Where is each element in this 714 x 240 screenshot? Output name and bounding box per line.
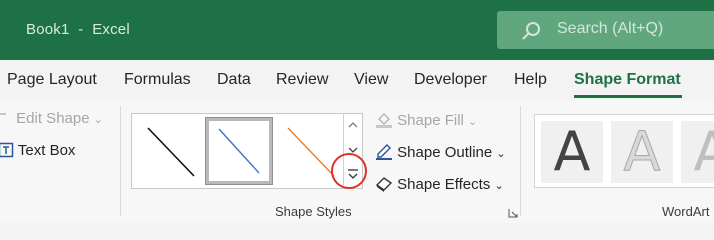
- chevron-down-icon: ⌄: [93, 114, 103, 126]
- text-box-button[interactable]: Text Box: [0, 142, 75, 159]
- dialog-launcher-icon[interactable]: [508, 205, 518, 223]
- text-box-label: Text Box: [17, 142, 76, 159]
- gallery-scroll-up-icon[interactable]: [344, 115, 362, 137]
- paint-bucket-icon: [376, 113, 392, 128]
- blue-line-style-icon[interactable]: [205, 117, 273, 185]
- tab-page-layout[interactable]: Page Layout: [7, 71, 97, 89]
- edit-shape-label: Edit Shape: [16, 110, 90, 127]
- shape-fill-label: Shape Fill: [397, 112, 464, 129]
- search-box[interactable]: Search (Alt+Q): [497, 11, 714, 49]
- group-separator: [120, 106, 121, 216]
- group-separator: [520, 106, 521, 216]
- shape-fill-button[interactable]: Shape Fill ⌄: [375, 110, 477, 129]
- shape-outline-label: Shape Outline: [397, 144, 493, 161]
- tab-shape-format[interactable]: Shape Format: [574, 71, 681, 89]
- chevron-down-icon: ⌄: [494, 180, 504, 192]
- tab-review[interactable]: Review: [276, 71, 328, 89]
- edit-shape-button[interactable]: Edit Shape ⌄: [0, 110, 103, 127]
- shape-effects-button[interactable]: Shape Effects ⌄: [375, 174, 504, 193]
- shape-effects-icon: [375, 177, 393, 192]
- wordart-group-label: WordArt: [662, 204, 710, 219]
- chevron-down-icon: ⌄: [468, 116, 478, 128]
- wordart-gallery[interactable]: A A A: [534, 114, 714, 188]
- pen-outline-icon: [376, 144, 392, 160]
- tab-formulas[interactable]: Formulas: [124, 71, 191, 89]
- shape-outline-button[interactable]: Shape Outline ⌄: [375, 142, 506, 161]
- search-placeholder: Search (Alt+Q): [557, 20, 664, 37]
- wordart-style-3[interactable]: A: [681, 121, 714, 183]
- shape-effects-label: Shape Effects: [397, 176, 491, 193]
- tab-developer[interactable]: Developer: [414, 71, 487, 89]
- tab-help[interactable]: Help: [514, 71, 547, 89]
- shape-styles-gallery[interactable]: [131, 113, 363, 189]
- text-box-icon: [0, 142, 14, 158]
- shape-styles-group-label: Shape Styles: [275, 204, 352, 219]
- wordart-style-2[interactable]: A: [611, 120, 673, 183]
- chevron-down-icon: ⌄: [496, 148, 506, 160]
- title-bar: Book1 - Excel Search (Alt+Q): [0, 0, 714, 60]
- tab-view[interactable]: View: [354, 71, 388, 89]
- search-icon: [521, 20, 543, 47]
- active-tab-indicator: [574, 95, 682, 98]
- window-title: Book1 - Excel: [26, 21, 130, 38]
- tab-data[interactable]: Data: [217, 71, 251, 89]
- wordart-style-1[interactable]: A: [541, 121, 603, 183]
- edit-shape-icon: [0, 113, 6, 115]
- black-line-style-icon[interactable]: [136, 118, 202, 184]
- ribbon-tabs: Page Layout Formulas Data Review View De…: [0, 60, 714, 100]
- highlight-circle: [331, 153, 367, 189]
